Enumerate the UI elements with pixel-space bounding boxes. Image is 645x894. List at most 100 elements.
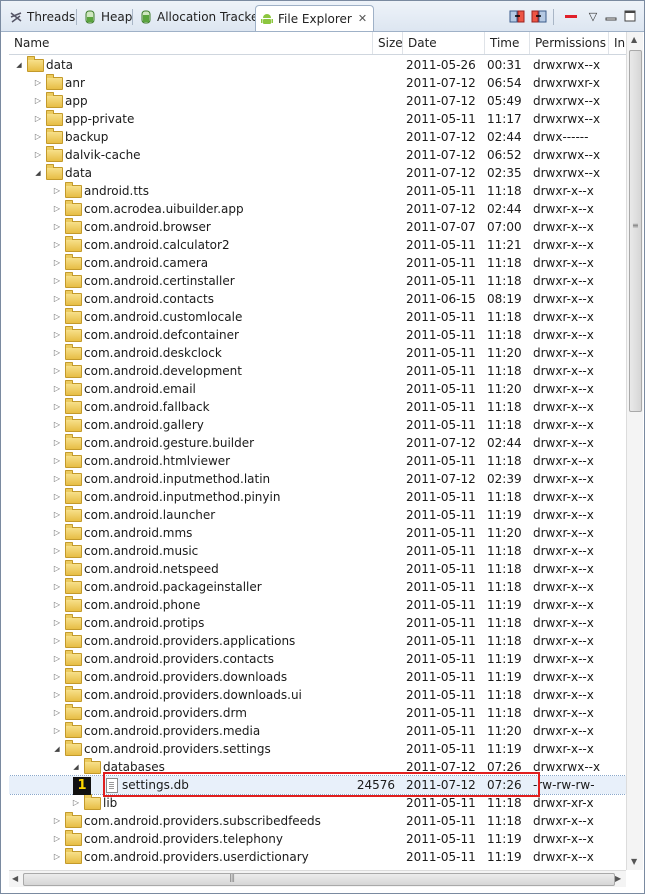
collapse-twisty-icon[interactable] [33, 168, 43, 178]
folder-row[interactable]: com.android.certinstaller 2011-05-11 11:18… [9, 272, 626, 290]
folder-row[interactable]: com.android.providers.subscribedfeeds 201… [9, 812, 626, 830]
folder-row[interactable]: com.android.providers.telephony 2011-05-1… [9, 830, 626, 848]
maximize-icon[interactable] [622, 8, 638, 24]
expand-twisty-icon[interactable] [52, 564, 62, 574]
expand-twisty-icon[interactable] [52, 528, 62, 538]
column-size[interactable]: Size [373, 32, 403, 54]
folder-row[interactable]: com.android.inputmethod.latin 2011-07-12 0… [9, 470, 626, 488]
scroll-up-icon[interactable]: ▲ [631, 35, 637, 44]
column-name[interactable]: Name [9, 32, 373, 54]
column-date[interactable]: Date [403, 32, 485, 54]
folder-row[interactable]: com.android.inputmethod.pinyin 2011-05-11… [9, 488, 626, 506]
column-info[interactable]: In [609, 32, 626, 54]
delete-icon[interactable] [563, 8, 579, 24]
scroll-right-icon[interactable]: ▶ [615, 874, 621, 883]
folder-row[interactable]: com.android.browser 2011-07-07 07:00 drwxr-… [9, 218, 626, 236]
folder-row[interactable]: com.android.providers.downloads.ui 2011-0… [9, 686, 626, 704]
expand-twisty-icon[interactable] [52, 618, 62, 628]
expand-twisty-icon[interactable] [52, 816, 62, 826]
folder-row[interactable]: android.tts 2011-05-11 11:18 drwxr-x--x [9, 182, 626, 200]
folder-row[interactable]: com.android.calculator2 2011-05-11 11:21 dr… [9, 236, 626, 254]
expand-twisty-icon[interactable] [52, 330, 62, 340]
folder-row[interactable]: app-private 2011-05-11 11:17 drwxrwx--x [9, 110, 626, 128]
expand-twisty-icon[interactable] [52, 852, 62, 862]
folder-row[interactable]: com.android.camera 2011-05-11 11:18 drwxr-x… [9, 254, 626, 272]
expand-twisty-icon[interactable] [52, 582, 62, 592]
folder-row[interactable]: com.android.development 2011-05-11 11:18 dr… [9, 362, 626, 380]
vertical-scroll-thumb[interactable]: ≡ [629, 50, 642, 412]
vertical-scrollbar[interactable]: ▲ ≡ ▼ [626, 32, 643, 870]
expand-twisty-icon[interactable] [52, 546, 62, 556]
folder-row[interactable]: com.android.providers.contacts 2011-05-11… [9, 650, 626, 668]
horizontal-scroll-thumb[interactable]: ||| [23, 873, 615, 886]
expand-twisty-icon[interactable] [33, 132, 43, 142]
tab-heap[interactable]: Heap [79, 5, 138, 29]
expand-twisty-icon[interactable] [52, 366, 62, 376]
expand-twisty-icon[interactable] [52, 510, 62, 520]
expand-twisty-icon[interactable] [52, 312, 62, 322]
expand-twisty-icon[interactable] [52, 672, 62, 682]
folder-row[interactable]: anr 2011-07-12 06:54 drwxrwxr-x [9, 74, 626, 92]
folder-row[interactable]: com.android.providers.media 2011-05-11 11:… [9, 722, 626, 740]
folder-row[interactable]: com.android.launcher 2011-05-11 11:19 drwxr… [9, 506, 626, 524]
folder-row[interactable]: com.android.gesture.builder 2011-07-12 02:… [9, 434, 626, 452]
expand-twisty-icon[interactable] [33, 114, 43, 124]
collapse-twisty-icon[interactable] [71, 762, 81, 772]
scroll-down-icon[interactable]: ▼ [631, 857, 637, 866]
folder-row[interactable]: backup 2011-07-12 02:44 drwx------ [9, 128, 626, 146]
folder-row[interactable]: app 2011-07-12 05:49 drwxrwx--x [9, 92, 626, 110]
expand-twisty-icon[interactable] [52, 690, 62, 700]
expand-twisty-icon[interactable] [52, 492, 62, 502]
expand-twisty-icon[interactable] [52, 600, 62, 610]
horizontal-scrollbar[interactable]: ◀ ||| ▶ [9, 870, 626, 887]
pull-file-icon[interactable] [509, 8, 525, 24]
tab-allocation-tracker[interactable]: Allocation Tracker [135, 5, 269, 29]
folder-row[interactable]: com.android.gallery 2011-05-11 11:18 drwxr-… [9, 416, 626, 434]
folder-row[interactable]: data 2011-07-12 02:35 drwxrwx--x [9, 164, 626, 182]
expand-twisty-icon[interactable] [52, 222, 62, 232]
expand-twisty-icon[interactable] [52, 636, 62, 646]
tab-file-explorer[interactable]: File Explorer ✕ [255, 5, 375, 31]
expand-twisty-icon[interactable] [33, 96, 43, 106]
folder-row[interactable]: com.android.music 2011-05-11 11:18 drwxr-x-… [9, 542, 626, 560]
expand-twisty-icon[interactable] [52, 726, 62, 736]
expand-twisty-icon[interactable] [33, 78, 43, 88]
folder-row[interactable]: com.android.netspeed 2011-05-11 11:18 drwxr… [9, 560, 626, 578]
expand-twisty-icon[interactable] [52, 456, 62, 466]
push-file-icon[interactable] [531, 8, 547, 24]
folder-row[interactable]: com.acrodea.uibuilder.app 2011-07-12 02:44… [9, 200, 626, 218]
folder-row[interactable]: com.android.protips 2011-05-11 11:18 drwxr-… [9, 614, 626, 632]
folder-row[interactable]: com.android.mms 2011-05-11 11:20 drwxr-x--x [9, 524, 626, 542]
folder-row[interactable]: com.android.providers.userdictionary 2011… [9, 848, 626, 866]
folder-row[interactable]: dalvik-cache 2011-07-12 06:52 drwxrwx--x [9, 146, 626, 164]
folder-row[interactable]: com.android.providers.settings 2011-05-11… [9, 740, 626, 758]
folder-row[interactable]: com.android.deskclock 2011-05-11 11:20 drwx… [9, 344, 626, 362]
expand-twisty-icon[interactable] [52, 474, 62, 484]
collapse-twisty-icon[interactable] [14, 60, 24, 70]
folder-row[interactable]: com.android.htmlviewer 2011-05-11 11:18 drw… [9, 452, 626, 470]
expand-twisty-icon[interactable] [52, 834, 62, 844]
tab-threads[interactable]: Threads [5, 5, 81, 29]
collapse-twisty-icon[interactable] [52, 744, 62, 754]
folder-row[interactable]: com.android.providers.downloads 2011-05-1… [9, 668, 626, 686]
expand-twisty-icon[interactable] [52, 420, 62, 430]
expand-twisty-icon[interactable] [33, 150, 43, 160]
expand-twisty-icon[interactable] [52, 186, 62, 196]
close-icon[interactable]: ✕ [358, 12, 367, 25]
folder-row[interactable]: com.android.providers.drm 2011-05-11 11:18… [9, 704, 626, 722]
expand-twisty-icon[interactable] [52, 708, 62, 718]
expand-twisty-icon[interactable] [52, 384, 62, 394]
expand-twisty-icon[interactable] [52, 438, 62, 448]
folder-row[interactable]: com.android.packageinstaller 2011-05-11 11… [9, 578, 626, 596]
expand-twisty-icon[interactable] [52, 240, 62, 250]
expand-twisty-icon[interactable] [52, 204, 62, 214]
folder-row[interactable]: com.android.contacts 2011-06-15 08:19 drwxr… [9, 290, 626, 308]
folder-row[interactable]: com.android.providers.applications 2011-0… [9, 632, 626, 650]
expand-twisty-icon[interactable] [52, 258, 62, 268]
column-time[interactable]: Time [485, 32, 530, 54]
minimize-icon[interactable] [603, 8, 619, 24]
folder-row[interactable]: com.android.email 2011-05-11 11:20 drwxr-x-… [9, 380, 626, 398]
expand-twisty-icon[interactable] [52, 276, 62, 286]
expand-twisty-icon[interactable] [52, 294, 62, 304]
folder-row[interactable]: com.android.customlocale 2011-05-11 11:18 d… [9, 308, 626, 326]
